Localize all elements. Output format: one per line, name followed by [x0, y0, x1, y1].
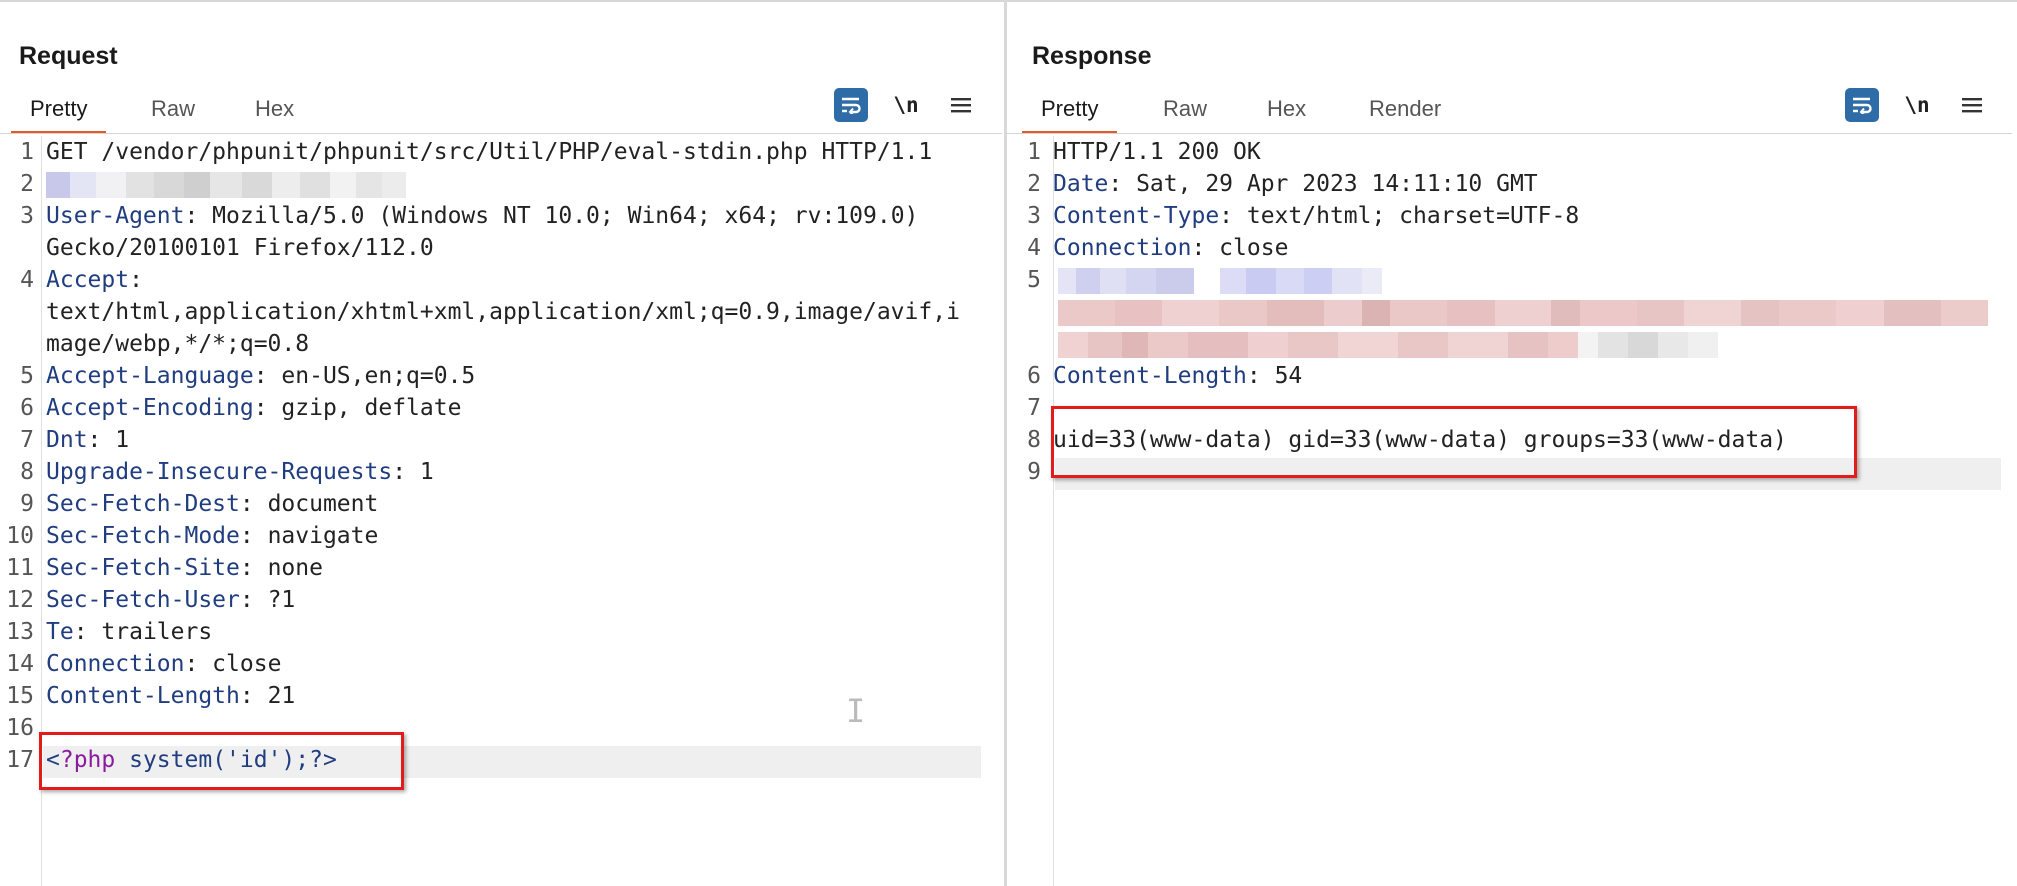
- tabs-divider: [1007, 133, 2012, 134]
- redacted-header: [1058, 268, 1382, 294]
- newline-toggle-button[interactable]: \n: [1900, 88, 1934, 122]
- hamburger-menu-icon[interactable]: [944, 88, 978, 122]
- newline-toggle-button[interactable]: \n: [889, 88, 923, 122]
- text-cursor-icon: I: [846, 692, 866, 730]
- redacted-host: [46, 172, 406, 198]
- request-title: Request: [19, 42, 118, 70]
- payload-highlight-box: [39, 732, 404, 790]
- tabs-divider: [0, 133, 1002, 134]
- redacted-header: [1058, 300, 1988, 326]
- tab-render[interactable]: Render: [1369, 94, 1441, 134]
- request-pane: Request Pretty Raw Hex \n 1 GET /vendor/p…: [0, 0, 1004, 886]
- response-editor[interactable]: 1 HTTP/1.1 200 OK 2 Date: Sat, 29 Apr 2023…: [1007, 136, 2017, 886]
- tab-pretty[interactable]: Pretty: [1021, 94, 1119, 134]
- response-pane: Response Pretty Raw Hex Render \n 1 HTTP/…: [1007, 0, 2017, 886]
- response-title: Response: [1032, 42, 1152, 70]
- hamburger-menu-icon[interactable]: [1955, 88, 1989, 122]
- tab-pretty[interactable]: Pretty: [10, 94, 108, 134]
- wrap-lines-icon[interactable]: [1845, 88, 1879, 122]
- tab-raw[interactable]: Raw: [151, 94, 195, 134]
- request-editor[interactable]: 1 GET /vendor/phpunit/phpunit/src/Util/PH…: [0, 136, 1004, 886]
- redacted-header: [1058, 332, 1748, 358]
- tab-raw[interactable]: Raw: [1163, 94, 1207, 134]
- tab-hex[interactable]: Hex: [255, 94, 294, 134]
- output-highlight-box: [1051, 406, 1857, 478]
- tab-hex[interactable]: Hex: [1267, 94, 1306, 134]
- wrap-lines-icon[interactable]: [834, 88, 868, 122]
